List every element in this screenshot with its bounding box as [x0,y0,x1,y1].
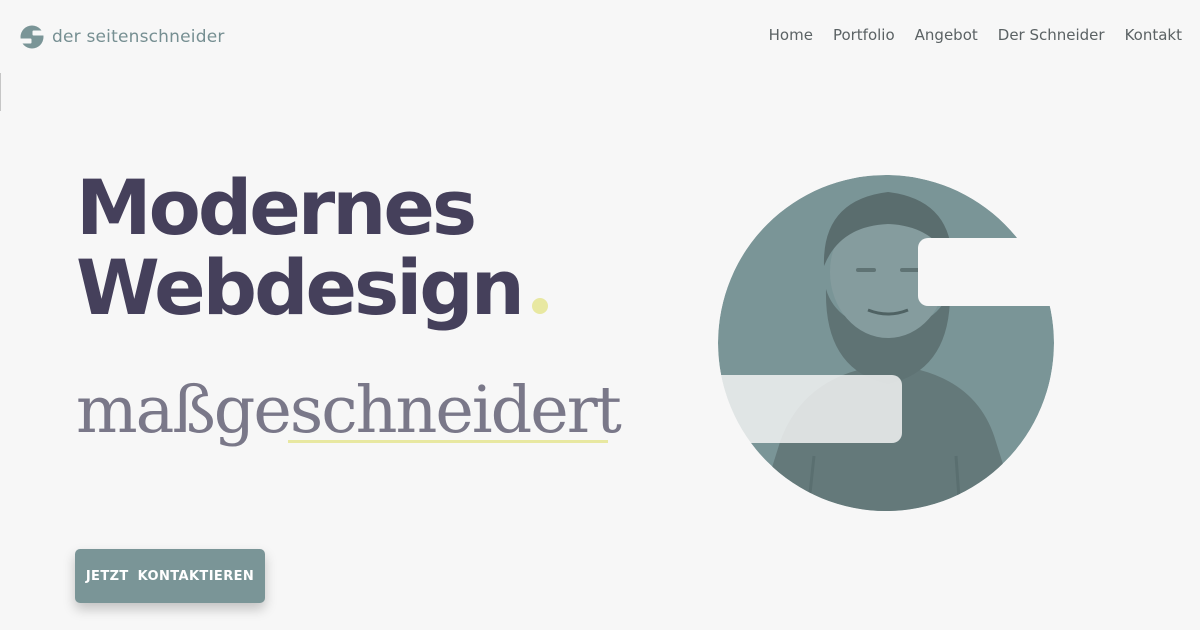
hero-portrait-image [718,175,1054,511]
nav-link-portfolio[interactable]: Portfolio [833,26,895,44]
hero-title-line-2: Webdesign [76,243,525,332]
nav-link-home[interactable]: Home [769,26,813,44]
title-accent-dot [531,298,548,314]
nav-link-kontakt[interactable]: Kontakt [1125,26,1182,44]
logo-text: der seitenschneider [52,27,225,47]
hero-subtitle: maßgeschneidert [76,373,622,448]
contact-cta-button[interactable]: JETZT KONTAKTIEREN [75,549,265,603]
main-nav: Home Portfolio Angebot Der Schneider Kon… [769,26,1182,44]
logo-link[interactable]: der seitenschneider [20,25,225,49]
hero-title-line-1: Modernes [76,163,477,252]
left-edge-divider [0,73,1,111]
s-logo-icon [20,25,44,49]
subtitle-underline [288,440,608,443]
nav-link-der-schneider[interactable]: Der Schneider [998,26,1105,44]
nav-link-angebot[interactable]: Angebot [915,26,978,44]
hero-title: Modernes Webdesign [76,168,548,328]
hero-title-line-2-wrap: Webdesign [76,248,548,328]
